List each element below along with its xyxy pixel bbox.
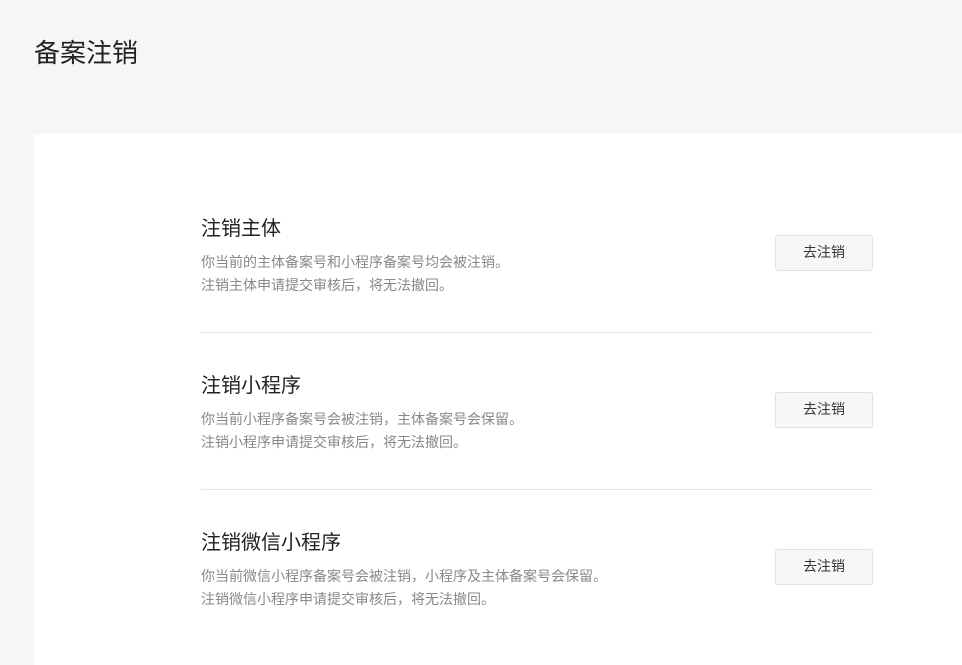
option-description: 你当前的主体备案号和小程序备案号均会被注销。 注销主体申请提交审核后，将无法撤回… [201, 252, 509, 298]
page-title: 备案注销 [34, 39, 139, 69]
option-description-line: 你当前的主体备案号和小程序备案号均会被注销。 [201, 255, 509, 271]
cancel-mini-program-button[interactable]: 去注销 [775, 392, 873, 428]
option-description: 你当前微信小程序备案号会被注销，小程序及主体备案号会保留。 注销微信小程序申请提… [201, 566, 607, 612]
option-description-line: 注销小程序申请提交审核后，将无法撤回。 [201, 435, 467, 451]
cancellation-options-panel: 注销主体 你当前的主体备案号和小程序备案号均会被注销。 注销主体申请提交审核后，… [34, 134, 962, 665]
option-description-line: 你当前小程序备案号会被注销，主体备案号会保留。 [201, 412, 523, 428]
option-title: 注销小程序 [201, 373, 301, 397]
cancel-wechat-mini-program-button[interactable]: 去注销 [775, 549, 873, 585]
option-title: 注销微信小程序 [201, 530, 341, 554]
option-cancel-wechat-mini-program: 注销微信小程序 你当前微信小程序备案号会被注销，小程序及主体备案号会保留。 注销… [201, 524, 873, 646]
option-description: 你当前小程序备案号会被注销，主体备案号会保留。 注销小程序申请提交审核后，将无法… [201, 409, 523, 455]
option-cancel-entity: 注销主体 你当前的主体备案号和小程序备案号均会被注销。 注销主体申请提交审核后，… [201, 210, 873, 333]
option-description-line: 注销微信小程序申请提交审核后，将无法撤回。 [201, 592, 495, 608]
option-cancel-mini-program: 注销小程序 你当前小程序备案号会被注销，主体备案号会保留。 注销小程序申请提交审… [201, 367, 873, 490]
option-description-line: 你当前微信小程序备案号会被注销，小程序及主体备案号会保留。 [201, 569, 607, 585]
option-title: 注销主体 [201, 216, 281, 240]
option-description-line: 注销主体申请提交审核后，将无法撤回。 [201, 278, 453, 294]
cancel-entity-button[interactable]: 去注销 [775, 235, 873, 271]
